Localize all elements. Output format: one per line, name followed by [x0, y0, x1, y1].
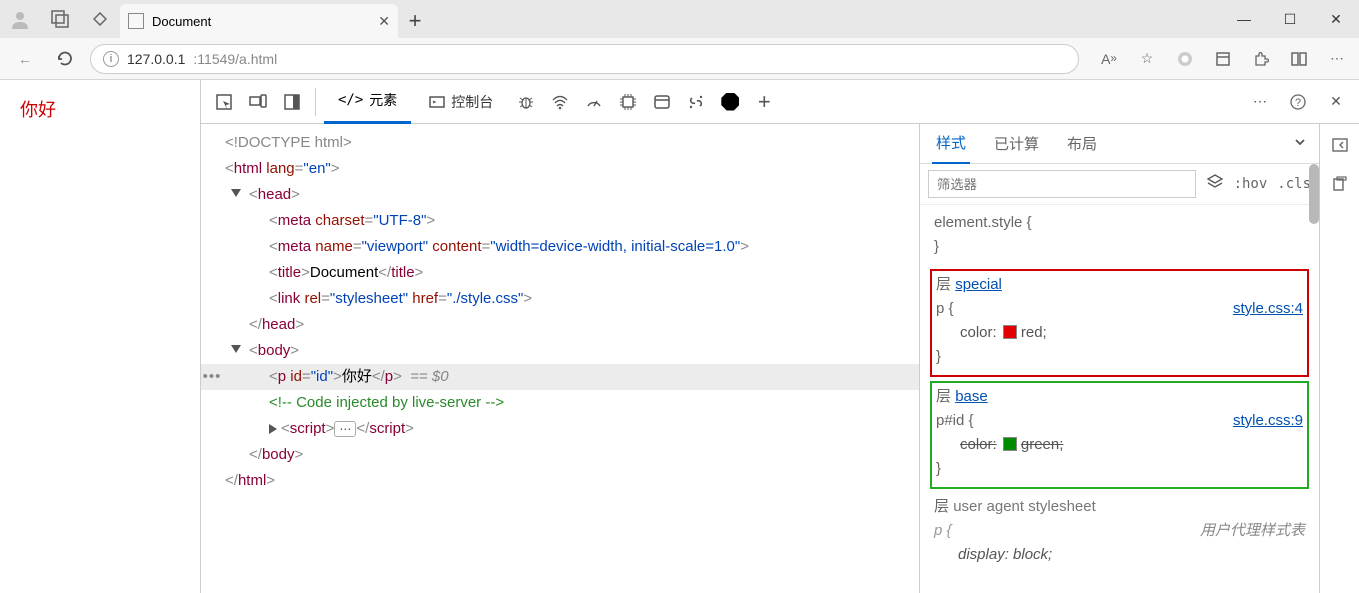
detached-icon[interactable]: [681, 87, 711, 117]
tab-console[interactable]: 控制台: [415, 80, 507, 124]
computed-tab[interactable]: 已计算: [990, 124, 1043, 163]
memory-icon[interactable]: [613, 87, 643, 117]
styles-panel: 样式 已计算 布局 :hov .cls element.style { }: [919, 124, 1319, 593]
refresh-button[interactable]: [50, 44, 80, 74]
tab-title: Document: [152, 14, 370, 29]
split-screen-icon[interactable]: [1287, 47, 1311, 71]
devtools-toolbar: </>元素 控制台 + ⋯ ? ✕: [201, 80, 1359, 124]
window-controls: — ☐ ✕: [1221, 0, 1359, 38]
layout-tab[interactable]: 布局: [1063, 124, 1101, 163]
back-button[interactable]: ←: [10, 44, 40, 74]
styles-scrollbar[interactable]: [1309, 164, 1319, 224]
expand-head-icon[interactable]: [231, 189, 241, 197]
site-info-icon[interactable]: i: [103, 51, 119, 67]
address-host: 127.0.0.1: [127, 51, 185, 67]
maximize-button[interactable]: ☐: [1267, 0, 1313, 38]
expand-sidebar-icon[interactable]: [1325, 130, 1355, 160]
expand-script-icon[interactable]: [269, 424, 277, 434]
doctype: <!DOCTYPE html>: [225, 134, 352, 151]
source-link-base[interactable]: style.css:9: [1233, 409, 1303, 433]
collapsed-ellipsis[interactable]: ⋯: [334, 421, 356, 437]
collections-icon[interactable]: [1211, 47, 1235, 71]
address-bar[interactable]: i 127.0.0.1 :11549/a.html: [90, 44, 1079, 74]
devtools-panel: </>元素 控制台 + ⋯ ? ✕ <!DOCTYPE html> <html …: [200, 80, 1359, 593]
dock-icon[interactable]: [277, 87, 307, 117]
favorite-icon[interactable]: ☆: [1135, 47, 1159, 71]
devtools-sidebar-rail: [1319, 124, 1359, 593]
extensions-icon[interactable]: [1249, 47, 1273, 71]
swatch-red[interactable]: [1003, 325, 1017, 339]
base-layer-rule[interactable]: 层 base p#id {style.css:9 color: green; }: [930, 381, 1309, 489]
application-icon[interactable]: [647, 87, 677, 117]
dom-tree[interactable]: <!DOCTYPE html> <html lang="en"> <head> …: [201, 124, 919, 593]
bug-icon[interactable]: [511, 87, 541, 117]
layers-icon[interactable]: [1206, 173, 1224, 195]
workspaces-icon[interactable]: [46, 5, 74, 33]
minimize-button[interactable]: —: [1221, 0, 1267, 38]
address-bar-row: ← i 127.0.0.1 :11549/a.html A» ☆ ⋯: [0, 38, 1359, 80]
layer-special-link[interactable]: special: [955, 276, 1002, 293]
selected-element[interactable]: •••<p id="id">你好</p> == $0: [201, 364, 919, 390]
close-window-button[interactable]: ✕: [1313, 0, 1359, 38]
special-layer-rule[interactable]: 层 special p {style.css:4 color: red; }: [930, 269, 1309, 377]
more-tabs-icon[interactable]: [1293, 135, 1307, 153]
layer-base-link[interactable]: base: [955, 388, 988, 405]
profile-icon[interactable]: [6, 5, 34, 33]
new-tab-button[interactable]: +: [398, 4, 432, 38]
expand-body-icon[interactable]: [231, 345, 241, 353]
performance-icon[interactable]: [579, 87, 609, 117]
tab-close-icon[interactable]: ✕: [378, 13, 390, 30]
address-path: :11549/a.html: [193, 51, 277, 67]
network-icon[interactable]: [545, 87, 575, 117]
sync-icon[interactable]: [1173, 47, 1197, 71]
browser-tab-strip: Document ✕ + — ☐ ✕: [0, 0, 1359, 38]
rendered-page: 你好: [0, 80, 200, 593]
browser-menu-icon[interactable]: ⋯: [1325, 47, 1349, 71]
tab-elements[interactable]: </>元素: [324, 80, 411, 124]
inspect-icon[interactable]: [209, 87, 239, 117]
ua-source-label: 用户代理样式表: [1200, 519, 1305, 543]
element-style-rule[interactable]: element.style { }: [930, 209, 1309, 265]
gutter-dots[interactable]: •••: [201, 364, 223, 390]
cls-button[interactable]: .cls: [1277, 176, 1311, 192]
tab-actions-icon[interactable]: [86, 5, 114, 33]
main-area: 你好 </>元素 控制台 + ⋯ ? ✕: [0, 80, 1359, 593]
page-icon: [128, 13, 144, 29]
hello-text: 你好: [20, 100, 56, 120]
swatch-green[interactable]: [1003, 437, 1017, 451]
stop-icon[interactable]: [715, 87, 745, 117]
read-aloud-icon[interactable]: A»: [1097, 47, 1121, 71]
devtools-help-icon[interactable]: ?: [1283, 87, 1313, 117]
ua-stylesheet-rule[interactable]: 层 user agent stylesheet p {用户代理样式表 displ…: [930, 493, 1309, 573]
devtools-close-icon[interactable]: ✕: [1321, 87, 1351, 117]
svg-text:?: ?: [1295, 97, 1301, 109]
device-toggle-icon[interactable]: [243, 87, 273, 117]
devtools-more-icon[interactable]: ⋯: [1245, 87, 1275, 117]
source-link-special[interactable]: style.css:4: [1233, 297, 1303, 321]
styles-tab[interactable]: 样式: [932, 124, 970, 164]
add-tab-icon[interactable]: +: [749, 87, 779, 117]
comment: <!-- Code injected by live-server -->: [269, 394, 504, 411]
hov-button[interactable]: :hov: [1234, 176, 1268, 192]
styles-filter-input[interactable]: [928, 170, 1196, 198]
copy-icon[interactable]: [1325, 170, 1355, 200]
browser-tab[interactable]: Document ✕: [120, 4, 398, 38]
